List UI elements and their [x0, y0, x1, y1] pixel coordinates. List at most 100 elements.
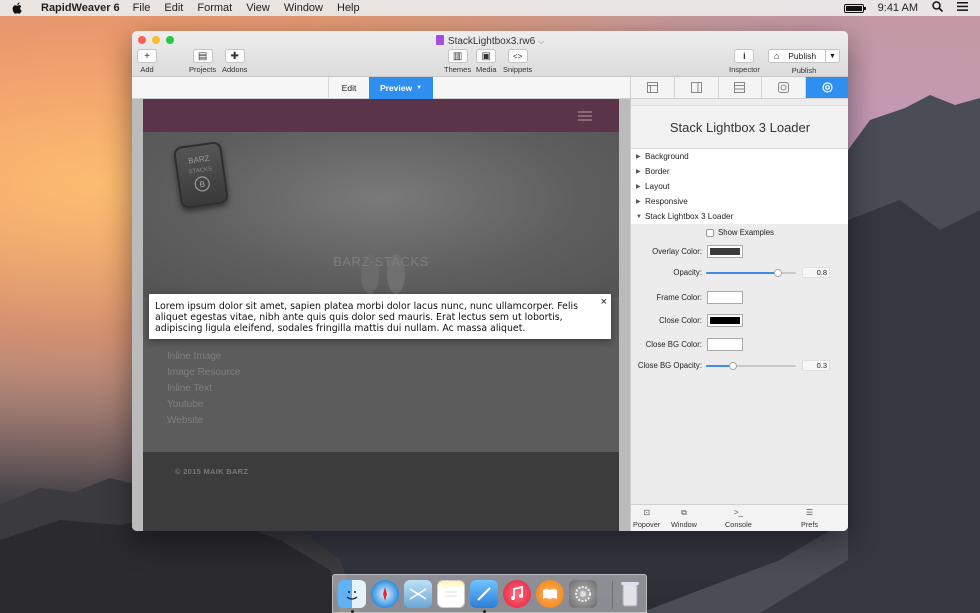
projects-button[interactable]: ▤ Projects [189, 49, 216, 74]
close-bg-opacity-slider[interactable] [706, 362, 796, 370]
menu-view[interactable]: View [246, 2, 270, 14]
opacity-slider[interactable] [706, 269, 796, 277]
itunes-icon[interactable] [503, 580, 531, 608]
document-icon [435, 35, 444, 45]
puzzle-icon: ✚ [224, 49, 245, 63]
menu-window[interactable]: Window [284, 2, 323, 14]
inspector-button[interactable]: i Inspector [729, 49, 760, 74]
frame-color-row: Frame Color: [631, 291, 848, 305]
dock [332, 574, 647, 613]
link-inline-text[interactable]: Inline Text [167, 383, 240, 396]
close-bg-color-well[interactable] [707, 338, 743, 351]
inspector-title: Stack Lightbox 3 Loader [631, 105, 848, 149]
menu-help[interactable]: Help [337, 2, 360, 14]
themes-button[interactable]: ▥ Themes [444, 49, 471, 74]
overlay-color-well[interactable] [707, 245, 743, 258]
close-color-row: Close Color: [631, 314, 848, 328]
menu-edit[interactable]: Edit [164, 2, 183, 14]
section-layout[interactable]: ▶ Layout [631, 179, 848, 194]
mail-icon[interactable] [404, 580, 432, 608]
link-youtube[interactable]: Youtube [167, 399, 240, 412]
link-image-resource[interactable]: Image Resource [167, 367, 240, 380]
console-button[interactable]: >_ Console [725, 508, 752, 529]
addons-button[interactable]: ✚ Addons [222, 49, 247, 74]
close-icon[interactable]: × [601, 297, 607, 308]
opacity-slider-knob[interactable] [774, 269, 782, 277]
section-border[interactable]: ▶ Border [631, 164, 848, 179]
section-background[interactable]: ▶ Background [631, 149, 848, 164]
safari-icon[interactable] [371, 580, 399, 608]
clock[interactable]: 9:41 AM [878, 2, 918, 14]
add-button[interactable]: + Add [137, 49, 157, 74]
system-preferences-icon[interactable] [569, 580, 597, 608]
themes-icon: ▥ [447, 49, 468, 63]
tab-media-icon[interactable] [762, 77, 807, 98]
menu-list-icon[interactable] [957, 2, 968, 14]
page-header-bar [143, 99, 619, 132]
lightbox-text: Lorem ipsum dolor sit amet, sapien plate… [155, 301, 578, 334]
search-icon[interactable] [932, 1, 944, 15]
snippets-button[interactable]: <> Snippets [503, 49, 532, 74]
publish-caption: Publish [791, 66, 817, 75]
svg-text:BARZ: BARZ [188, 154, 210, 166]
titlebar: StackLightbox3.rw6 ⌵ + Add ▤ Projects ✚ … [132, 31, 848, 77]
disclosure-right-icon: ▶ [636, 199, 641, 205]
hamburger-menu-icon[interactable] [578, 111, 592, 121]
code-icon: <> [507, 49, 528, 63]
publish-dropdown-icon[interactable]: ▼ [825, 50, 839, 62]
apple-icon[interactable] [12, 2, 24, 14]
xcode-icon[interactable] [470, 580, 498, 608]
menubar: RapidWeaver 6 File Edit Format View Wind… [0, 0, 980, 16]
info-icon: i [734, 49, 755, 63]
menu-format[interactable]: Format [197, 2, 232, 14]
link-inline-image[interactable]: Inline Image [167, 351, 240, 364]
overlay-color-swatch [710, 248, 740, 255]
section-responsive[interactable]: ▶ Responsive [631, 194, 848, 209]
media-icon: ▣ [476, 49, 497, 63]
document-title[interactable]: StackLightbox3.rw6 ⌵ [132, 35, 848, 47]
close-color-well[interactable] [707, 314, 743, 327]
close-bg-color-swatch [710, 341, 740, 348]
finder-icon[interactable] [338, 580, 366, 608]
frame-color-well[interactable] [707, 291, 743, 304]
mode-bar: Edit Preview ▼ [132, 77, 630, 99]
chevron-down-icon: ⌵ [537, 37, 545, 46]
tab-layout-icon[interactable] [675, 77, 719, 98]
page-link-list: Inline Image Image Resource Inline Text … [167, 351, 240, 428]
close-bg-opacity-slider-knob[interactable] [729, 362, 737, 370]
svg-text:STACKS: STACKS [188, 166, 212, 175]
opacity-value-field[interactable]: 0.8 [802, 267, 830, 278]
close-bg-opacity-value-field[interactable]: 0.3 [802, 360, 830, 371]
show-examples-row: Show Examples [631, 228, 848, 237]
disclosure-down-icon: ▼ [636, 213, 642, 220]
menu-file[interactable]: File [133, 2, 151, 14]
tab-page-settings-icon[interactable] [631, 77, 675, 98]
trash-icon[interactable] [616, 580, 644, 608]
section-stack-lightbox-loader[interactable]: ▼ Stack Lightbox 3 Loader [631, 209, 848, 224]
disclosure-right-icon: ▶ [636, 154, 641, 160]
ibooks-icon[interactable] [536, 580, 564, 608]
window-button[interactable]: ⧉ Window [671, 508, 697, 529]
frame-color-swatch [710, 294, 740, 301]
notes-icon[interactable] [437, 580, 465, 608]
preview-mode-tab[interactable]: Preview ▼ [369, 77, 433, 99]
battery-icon[interactable] [843, 3, 866, 13]
chevron-down-icon: ▼ [416, 85, 423, 91]
tab-theme-icon[interactable] [719, 77, 763, 98]
dock-separator [612, 581, 613, 609]
inspector-tabs [631, 77, 848, 99]
publish-button[interactable]: ⌂ Publish ▼ [768, 49, 840, 63]
prefs-button[interactable]: ☰ Prefs [801, 508, 818, 529]
edit-mode-tab[interactable]: Edit [328, 77, 369, 99]
inspector-panel: Stack Lightbox 3 Loader ▶ Background ▶ Bor… [630, 77, 848, 531]
tab-stack-settings-gear-icon[interactable] [806, 77, 848, 98]
popover-button[interactable]: ⊡ Popover [633, 508, 660, 529]
menu-app-name[interactable]: RapidWeaver 6 [41, 2, 120, 14]
close-color-swatch [710, 317, 740, 324]
media-button[interactable]: ▣ Media [476, 49, 496, 74]
opacity-slider-fill [706, 272, 778, 274]
hero-section: BARZ STACKS B BARZ-STACKS [143, 132, 619, 297]
show-examples-checkbox[interactable] [706, 228, 715, 237]
app-window: StackLightbox3.rw6 ⌵ + Add ▤ Projects ✚ … [132, 31, 848, 531]
link-website[interactable]: Website [167, 415, 240, 428]
